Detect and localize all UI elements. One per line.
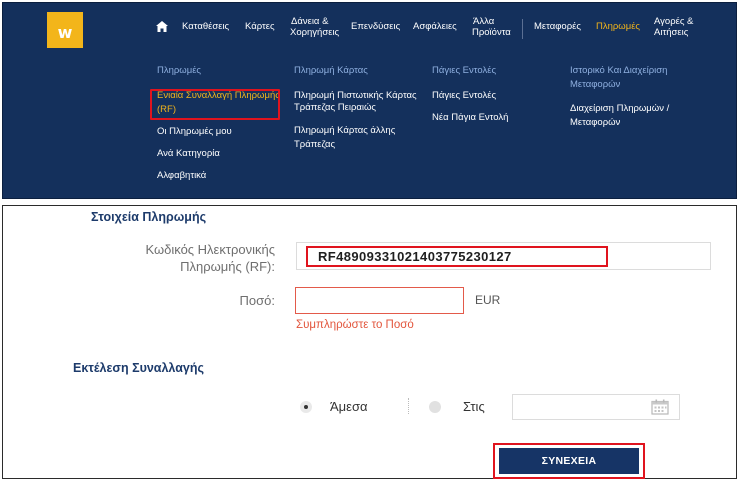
radio-scheduled[interactable] (429, 401, 441, 413)
logo-letter: w (57, 23, 73, 42)
nav-insurance[interactable]: Ασφάλειες (413, 21, 457, 32)
payment-form-panel: Στοιχεία Πληρωμής Κωδικός Ηλεκτρονικής Π… (2, 205, 737, 479)
radio-separator (408, 398, 409, 414)
rf-code-label: Κωδικός Ηλεκτρονικής Πληρωμής (RF): (43, 241, 275, 275)
menu-col-card-payment-title: Πληρωμή Κάρτας (294, 65, 368, 76)
menu-link-manage-payments-transfers[interactable]: Διαχείριση Πληρωμών / Μεταφορών (570, 103, 669, 129)
radio-immediate[interactable] (300, 401, 312, 413)
amount-label: Ποσό: (239, 293, 275, 308)
nav-loans-line1: Δάνεια & (291, 16, 329, 27)
nav-loans[interactable]: Δάνεια & Χορηγήσεις (290, 16, 339, 38)
section-title-transaction-execution: Εκτέλεση Συναλλαγής (73, 361, 205, 375)
nav-purchases-line1: Αγορές & (654, 16, 694, 27)
menu-link-other-bank-line2: Τράπεζας (294, 139, 336, 150)
radio-scheduled-label[interactable]: Στις (463, 399, 485, 414)
currency-label: EUR (475, 293, 501, 307)
menu-col-history-title: Ιστορικό Και Διαχείριση Μεταφορών (570, 65, 667, 90)
section-title-payment-details: Στοιχεία Πληρωμής (91, 210, 207, 224)
nav-investments[interactable]: Επενδύσεις (351, 21, 400, 32)
nav-deposits[interactable]: Καταθέσεις (182, 21, 229, 32)
menu-link-my-payments[interactable]: Οι Πληρωμές μου (157, 126, 232, 138)
menu-link-other-bank-line1: Πληρωμή Κάρτας άλλης (294, 125, 396, 136)
menu-link-by-category[interactable]: Ανά Κατηγορία (157, 148, 220, 160)
nav-payments[interactable]: Πληρωμές (596, 21, 640, 32)
nav-other-line1: Άλλα (473, 16, 495, 27)
home-icon[interactable] (156, 21, 168, 32)
nav-cards[interactable]: Κάρτες (245, 21, 275, 32)
menu-link-manage-line1: Διαχείριση Πληρωμών / (570, 103, 670, 114)
nav-other-products[interactable]: Άλλα Προϊόντα (472, 16, 511, 38)
menu-col-payments-title: Πληρωμές (157, 65, 202, 76)
rf-code-label-line1: Κωδικός Ηλεκτρονικής (145, 242, 275, 257)
nav-loans-line2: Χορηγήσεις (290, 27, 340, 38)
nav-transfers[interactable]: Μεταφορές (534, 21, 581, 32)
menu-link-new-standing-order[interactable]: Νέα Πάγια Εντολή (432, 112, 508, 124)
highlight-box-rf-menu (150, 89, 280, 120)
amount-input[interactable] (295, 287, 464, 314)
amount-error-message: Συμπληρώστε το Ποσό (296, 319, 414, 331)
rf-code-label-line2: Πληρωμής (RF): (180, 259, 275, 274)
navigation-panel: w Καταθέσεις Κάρτες Δάνεια & Χορηγήσεις … (2, 2, 737, 199)
menu-link-piraeus-credit-card[interactable]: Πληρωμή Πιστωτικής Κάρτας Τράπεζας Πειρα… (294, 90, 417, 114)
menu-link-standing-orders[interactable]: Πάγιες Εντολές (432, 90, 496, 102)
radio-immediate-label[interactable]: Άμεσα (330, 399, 368, 414)
menu-col-history-line2: Μεταφορών (570, 79, 621, 90)
menu-link-piraeus-line1: Πληρωμή Πιστωτικής Κάρτας (294, 90, 417, 101)
nav-divider (522, 19, 523, 39)
bank-logo[interactable]: w (47, 12, 83, 48)
menu-col-history-line1: Ιστορικό Και Διαχείριση (570, 65, 668, 76)
calendar-icon[interactable] (651, 399, 669, 415)
menu-col-standing-orders-title: Πάγιες Εντολές (432, 65, 497, 76)
menu-link-manage-line2: Μεταφορών (570, 117, 621, 128)
rf-code-value-highlight: RF48909331021403775230127 (306, 246, 608, 267)
continue-button[interactable]: ΣΥΝΕΧΕΙΑ (499, 448, 639, 474)
nav-purchases-applications[interactable]: Αγορές & Αιτήσεις (654, 16, 693, 38)
nav-other-line2: Προϊόντα (472, 27, 511, 38)
menu-link-other-bank-card[interactable]: Πληρωμή Κάρτας άλλης Τράπεζας (294, 125, 395, 151)
nav-purchases-line2: Αιτήσεις (654, 27, 689, 38)
menu-link-piraeus-line2: Τράπεζας Πειραιώς (294, 102, 376, 113)
menu-link-alphabetical[interactable]: Αλφαβητικά (157, 170, 206, 182)
